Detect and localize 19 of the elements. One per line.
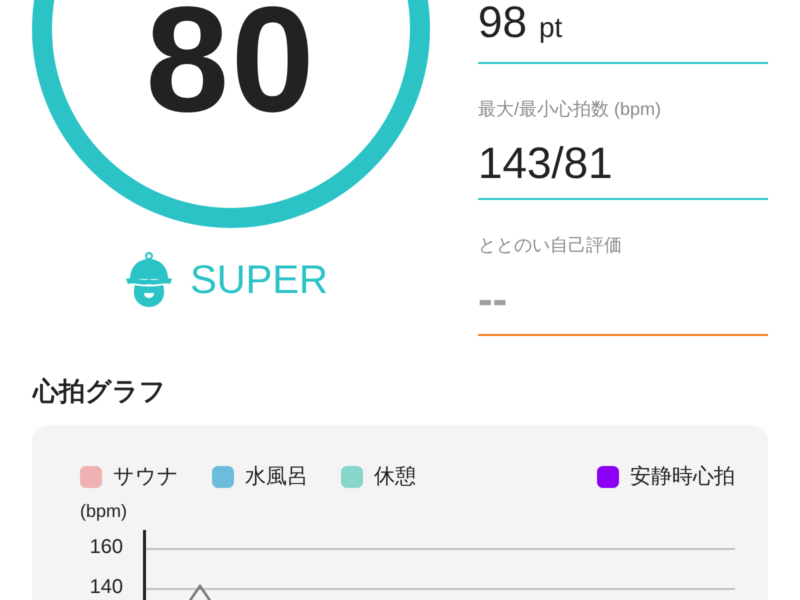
legend-label: 安静時心拍 bbox=[630, 465, 735, 489]
metric-label: 最大/最小心拍数 (bpm) bbox=[478, 98, 662, 121]
axis-tick-label: 160 bbox=[88, 535, 123, 559]
metric-label: ととのい自己評価 bbox=[478, 234, 622, 257]
metric-value: 98 bbox=[478, 0, 527, 49]
section-heading: 心拍グラフ bbox=[33, 375, 166, 408]
score-value: 80 bbox=[146, 0, 316, 134]
rank-label: SUPER bbox=[190, 256, 328, 304]
y-axis bbox=[143, 530, 146, 600]
metric-value: 143/81 bbox=[478, 138, 613, 190]
legend-label: 休憩 bbox=[374, 465, 416, 489]
metric-value: -- bbox=[478, 274, 508, 326]
axis-tick-label: 140 bbox=[88, 575, 123, 599]
heart-rate-line bbox=[188, 584, 212, 600]
unit-label: pt bbox=[538, 11, 562, 45]
legend-label: 水風呂 bbox=[245, 465, 308, 489]
axis-unit-label: (bpm) bbox=[80, 500, 128, 523]
legend-label: サウナ bbox=[113, 465, 179, 489]
hat-mascot-icon bbox=[126, 252, 172, 307]
